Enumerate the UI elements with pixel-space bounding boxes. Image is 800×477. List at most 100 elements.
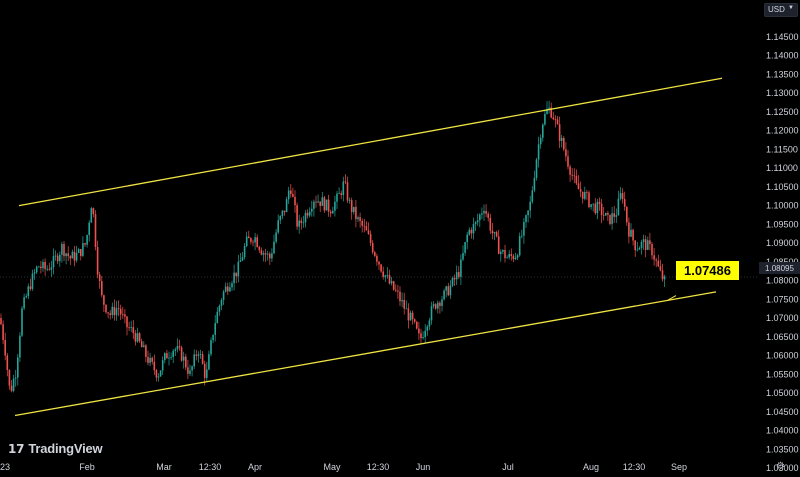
candle-body xyxy=(411,312,414,320)
candle-body xyxy=(107,312,109,314)
currency-select[interactable]: USD ▼ xyxy=(764,3,798,17)
candle-body xyxy=(109,313,111,315)
candle-body xyxy=(151,357,153,362)
candle-body xyxy=(71,251,74,259)
candle-body xyxy=(124,314,126,317)
price-axis[interactable]: 1.14500 1.14000 1.13500 1.13000 1.12500 1.120… xyxy=(766,32,799,473)
candle-body xyxy=(180,347,183,361)
candle-body xyxy=(613,213,615,217)
candle-body xyxy=(535,159,538,178)
candle-body xyxy=(111,306,114,315)
time-tick-label: May xyxy=(323,462,341,472)
candle-body xyxy=(323,197,326,211)
candle-body xyxy=(575,175,578,184)
time-tick-label: 12:30 xyxy=(199,462,222,472)
candle-body xyxy=(275,232,277,242)
candle-body xyxy=(363,225,366,227)
candle-body xyxy=(626,206,628,223)
candle-body xyxy=(290,190,292,195)
candle-body xyxy=(185,356,187,368)
candle-body xyxy=(506,257,508,259)
candle-body xyxy=(430,306,433,321)
candle-body xyxy=(2,324,4,341)
candles-group xyxy=(0,100,666,393)
candle-body xyxy=(88,222,90,236)
candle-body xyxy=(44,261,46,269)
candle-body xyxy=(178,346,181,348)
candle-body xyxy=(313,201,315,209)
candle-body xyxy=(195,354,198,356)
candle-body xyxy=(285,199,288,213)
price-tick-label: 1.04000 xyxy=(766,426,799,436)
time-tick-label: Feb xyxy=(79,462,95,472)
candle-body xyxy=(382,271,384,277)
candle-body xyxy=(237,261,240,277)
candle-body xyxy=(655,259,657,261)
candle-body xyxy=(319,201,321,206)
candle-body xyxy=(579,189,582,192)
price-tick-label: 1.14500 xyxy=(766,32,799,42)
candle-body xyxy=(201,354,204,364)
candle-body xyxy=(571,174,573,176)
time-axis[interactable]: Feb Mar 12:30 Apr May 12:30 Jun Jul Aug 12:30 Sep xyxy=(79,462,687,472)
candle-body xyxy=(262,253,265,255)
candle-body xyxy=(292,194,294,197)
candle-body xyxy=(397,290,399,292)
price-tick-label: 1.14000 xyxy=(766,51,799,61)
candle-body xyxy=(518,236,521,256)
candle-body xyxy=(447,286,450,296)
price-tick-label: 1.12000 xyxy=(766,126,799,136)
candle-body xyxy=(361,220,363,226)
candle-body xyxy=(334,201,336,211)
candle-body xyxy=(77,249,80,253)
candle-body xyxy=(581,191,584,199)
candle-body xyxy=(329,211,332,214)
candle-body xyxy=(189,370,191,374)
settings-icon[interactable]: ⚙ xyxy=(776,461,785,472)
candle-body xyxy=(390,281,393,284)
candle-body xyxy=(117,308,120,310)
candle-body xyxy=(470,229,473,234)
candle-body xyxy=(67,253,69,257)
candle-body xyxy=(279,216,282,221)
price-tick-label: 1.11000 xyxy=(766,163,798,173)
candle-body xyxy=(445,286,447,291)
candle-body xyxy=(529,201,531,211)
candle-body xyxy=(353,206,355,213)
candle-body xyxy=(90,208,93,223)
candle-body xyxy=(298,220,300,227)
candle-body xyxy=(413,319,416,322)
candle-body xyxy=(640,241,643,248)
price-tick-label: 1.06000 xyxy=(766,351,799,361)
upper-channel-line[interactable] xyxy=(18,77,723,207)
candle-body xyxy=(245,236,248,247)
candle-body xyxy=(367,230,370,234)
candle-body xyxy=(407,308,410,321)
candle-body xyxy=(174,349,177,351)
candle-body xyxy=(25,296,27,298)
price-tick-label: 1.07000 xyxy=(766,313,799,323)
candle-body xyxy=(497,236,500,254)
candle-body xyxy=(153,361,156,371)
candle-body xyxy=(344,181,347,183)
candle-body xyxy=(481,213,483,215)
candle-body xyxy=(623,199,626,207)
candle-body xyxy=(355,206,357,220)
candle-body xyxy=(590,204,592,208)
tradingview-logo-text: TradingView xyxy=(28,441,103,456)
candle-body xyxy=(164,353,166,361)
candle-body xyxy=(10,385,13,391)
price-tick-label: 1.03500 xyxy=(766,444,799,454)
candle-body xyxy=(325,199,328,211)
candle-body xyxy=(281,210,284,217)
candle-body xyxy=(224,286,227,292)
candle-body xyxy=(4,340,6,356)
price-tick-label: 1.05000 xyxy=(766,388,799,398)
candle-body xyxy=(214,323,216,335)
candle-body xyxy=(510,254,513,257)
price-tick-label: 1.11500 xyxy=(766,144,798,154)
candle-body xyxy=(260,250,263,255)
candle-body xyxy=(502,249,504,252)
candle-body xyxy=(12,378,15,391)
price-chart[interactable]: 1.14500 1.14000 1.13500 1.13000 1.12500 1.120… xyxy=(0,0,800,477)
